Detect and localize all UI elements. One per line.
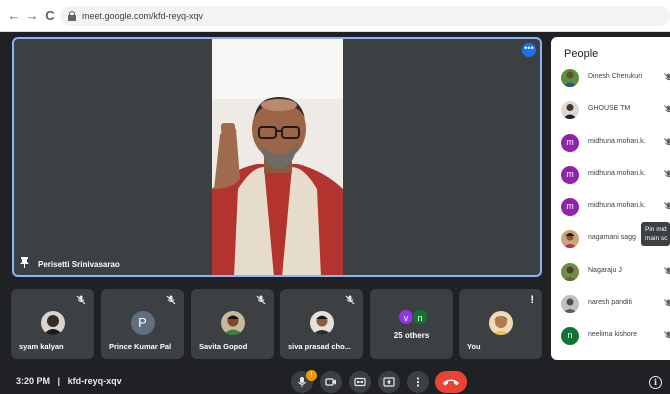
back-arrow-icon[interactable]: ← <box>6 8 22 24</box>
address-bar[interactable]: meet.google.com/kfd-reyq-xqv <box>60 6 670 26</box>
avatar: m <box>561 134 579 152</box>
list-item[interactable]: n neelima kishore <box>561 327 670 345</box>
list-item[interactable]: naresh panditi <box>561 295 670 313</box>
meeting-details: 3:20 PM | kfd-reyq-xqv <box>16 376 122 386</box>
browser-toolbar: ← → C meet.google.com/kfd-reyq-xqv <box>0 0 670 32</box>
mic-off-icon <box>664 73 670 81</box>
info-icon[interactable]: i <box>649 376 662 389</box>
mic-off-icon <box>664 202 670 210</box>
lock-icon <box>68 11 76 21</box>
participant-name: nagamani sagg <box>588 234 636 241</box>
list-item[interactable]: m midhuna mohan.k. <box>561 166 670 184</box>
participant-name: Savita Gopod <box>199 342 248 351</box>
url-text: meet.google.com/kfd-reyq-xqv <box>82 11 204 21</box>
mic-warning-badge: ! <box>306 370 317 381</box>
pin-icon <box>20 257 29 268</box>
participant-tile-siva-prasad[interactable]: siva prasad cho... <box>280 289 363 359</box>
more-options-icon[interactable]: ••• <box>522 43 536 57</box>
mic-off-icon <box>664 331 670 339</box>
participant-tile-you[interactable]: ! You <box>459 289 542 359</box>
avatar <box>220 311 245 335</box>
present-button[interactable] <box>378 371 400 393</box>
camera-icon <box>325 378 336 386</box>
meeting-code: kfd-reyq-xqv <box>67 376 122 386</box>
avatar <box>561 295 579 313</box>
avatar <box>488 311 513 335</box>
main-speaker-name: Perisetti Srinivasarao <box>38 260 120 269</box>
participant-name: Prince Kumar Pal <box>109 342 172 351</box>
avatar: n <box>561 327 579 345</box>
mic-off-icon <box>664 299 670 307</box>
participant-name: siva prasad cho... <box>288 342 351 351</box>
avatar <box>561 230 579 248</box>
participant-tile-savita-gopod[interactable]: Savita Gopod <box>191 289 274 359</box>
clock-time: 3:20 PM <box>16 376 51 386</box>
tooltip-line: main sc <box>645 235 668 242</box>
participant-name: naresh panditi <box>588 299 632 306</box>
participant-name: midhuna mohan.k. <box>588 138 646 145</box>
captions-button[interactable] <box>349 371 371 393</box>
list-item[interactable]: Dinesh Cherukuri <box>561 69 670 87</box>
separator: | <box>57 376 61 386</box>
alert-icon: ! <box>530 294 534 306</box>
participant-name: midhuna mohan.k. <box>588 202 646 209</box>
list-item[interactable]: m midhuna mohan.k. <box>561 198 670 216</box>
main-speaker-tile[interactable]: ••• Perisetti Srinivasarao <box>12 37 542 277</box>
list-item[interactable]: m midhuna mohan.k. <box>561 134 670 152</box>
avatar: m <box>561 198 579 216</box>
more-options-button[interactable] <box>407 371 429 393</box>
tooltip-line: Pin mid <box>645 226 667 233</box>
mic-off-icon <box>256 295 266 305</box>
more-options-icon <box>416 377 420 387</box>
mic-off-icon <box>664 105 670 113</box>
mic-off-icon <box>664 170 670 178</box>
participant-tile-others[interactable]: v n 25 others <box>370 289 453 359</box>
avatar <box>561 69 579 87</box>
hang-up-icon <box>443 379 459 386</box>
participant-name: You <box>467 342 481 351</box>
closed-captions-icon <box>354 377 366 387</box>
people-panel: People Dinesh Cherukuri GHOUSE TM m midh… <box>551 37 670 360</box>
leave-call-button[interactable] <box>435 371 467 393</box>
avatar <box>561 101 579 119</box>
speaker-video-frame <box>212 39 343 275</box>
avatar <box>40 311 65 335</box>
main-speaker-video <box>212 39 343 275</box>
camera-button[interactable] <box>320 371 342 393</box>
participant-name: Nagaraju J <box>588 267 622 274</box>
mic-off-icon <box>664 138 670 146</box>
avatar: n <box>412 309 428 325</box>
participant-tile-prince-kumar-pal[interactable]: P Prince Kumar Pal <box>101 289 184 359</box>
forward-arrow-icon[interactable]: → <box>24 8 40 24</box>
others-avatars: v n <box>398 309 428 325</box>
mic-off-icon <box>664 267 670 275</box>
people-panel-title: People <box>564 48 599 60</box>
participant-name: Dinesh Cherukuri <box>588 73 643 80</box>
mic-off-icon <box>76 295 86 305</box>
others-count-label: 25 others <box>393 331 430 340</box>
participant-name: midhuna mohan.k. <box>588 170 646 177</box>
participant-name: syam kalyan <box>19 342 64 351</box>
reload-icon[interactable]: C <box>42 8 58 24</box>
list-item[interactable]: Nagaraju J <box>561 263 670 281</box>
avatar <box>309 311 334 335</box>
participant-name: GHOUSE TM <box>588 105 631 112</box>
present-screen-icon <box>383 377 395 387</box>
list-item[interactable]: GHOUSE TM <box>561 101 670 119</box>
pin-tooltip: Pin mid main sc <box>641 222 670 246</box>
avatar: m <box>561 166 579 184</box>
participant-tile-syam-kalyan[interactable]: syam kalyan <box>11 289 94 359</box>
avatar: P <box>130 311 155 335</box>
mic-off-icon <box>345 295 355 305</box>
avatar <box>561 263 579 281</box>
participant-name: neelima kishore <box>588 331 638 338</box>
mic-off-icon <box>166 295 176 305</box>
